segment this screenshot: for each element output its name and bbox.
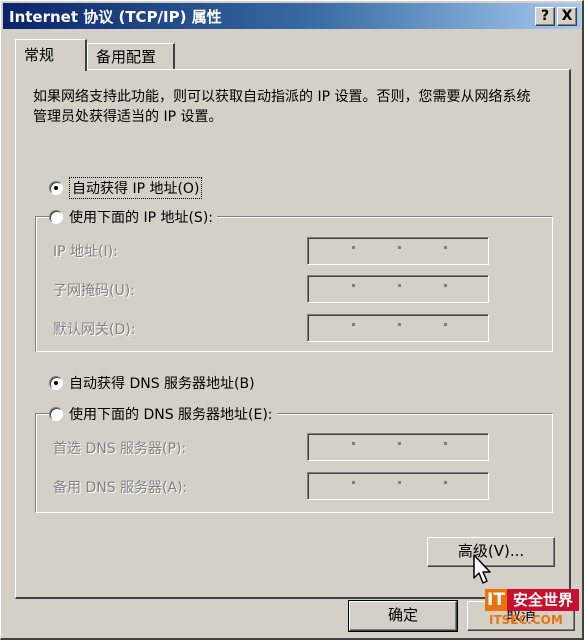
preferred-dns-field[interactable] — [307, 433, 489, 461]
manual-dns-label: 使用下面的 DNS 服务器地址(E): — [69, 407, 273, 423]
tab-general-label: 常规 — [24, 46, 55, 64]
preferred-dns-label: 首选 DNS 服务器(P): — [53, 441, 187, 457]
ok-button[interactable]: 确定 — [348, 600, 458, 632]
ip-address-label: IP 地址(I): — [53, 244, 118, 260]
watermark-name: 安全世界 — [507, 589, 579, 611]
default-gateway-field[interactable] — [307, 314, 489, 342]
manual-dns-radio[interactable] — [49, 407, 63, 421]
watermark-it: IT — [485, 589, 507, 611]
ip-address-field[interactable] — [307, 237, 489, 265]
auto-ip-radio[interactable] — [49, 181, 63, 195]
tab-alternate-config[interactable]: 备用配置 — [87, 43, 175, 69]
tab-general[interactable]: 常规 — [15, 39, 87, 71]
subnet-mask-label: 子网掩码(U): — [53, 283, 135, 299]
manual-ip-option[interactable]: 使用下面的 IP 地址(S): — [49, 207, 217, 227]
help-button[interactable]: ? — [535, 7, 555, 26]
auto-dns-radio[interactable] — [49, 376, 63, 390]
auto-ip-option[interactable]: 自动获得 IP 地址(O) — [49, 177, 207, 199]
auto-ip-label: 自动获得 IP 地址(O) — [69, 177, 203, 199]
alternate-dns-field[interactable] — [307, 472, 489, 500]
auto-dns-option[interactable]: 自动获得 DNS 服务器地址(B) — [49, 373, 259, 393]
mouse-pointer-icon — [473, 554, 491, 584]
subnet-mask-field[interactable] — [307, 275, 489, 303]
tcpip-properties-dialog: Internet 协议 (TCP/IP) 属性 ? X 常规 备用配置 如果网络… — [0, 0, 584, 640]
auto-dns-label: 自动获得 DNS 服务器地址(B) — [69, 376, 255, 392]
default-gateway-label: 默认网关(D): — [53, 322, 136, 338]
watermark-url: ITSEC.COM — [489, 613, 563, 627]
description-text: 如果网络支持此功能，则可以获取自动指派的 IP 设置。否则，您需要从网络系统管理… — [33, 89, 531, 125]
window-title: Internet 协议 (TCP/IP) 属性 — [9, 8, 222, 26]
close-button[interactable]: X — [557, 7, 577, 26]
title-bar[interactable]: Internet 协议 (TCP/IP) 属性 ? X — [3, 3, 581, 29]
manual-ip-label: 使用下面的 IP 地址(S): — [69, 210, 213, 226]
manual-ip-radio[interactable] — [49, 210, 63, 224]
tab-alternate-config-label: 备用配置 — [96, 48, 157, 66]
manual-dns-option[interactable]: 使用下面的 DNS 服务器地址(E): — [49, 404, 277, 424]
watermark-logo: IT 安全世界 ITSEC.COM — [485, 589, 579, 635]
alternate-dns-label: 备用 DNS 服务器(A): — [53, 480, 188, 496]
